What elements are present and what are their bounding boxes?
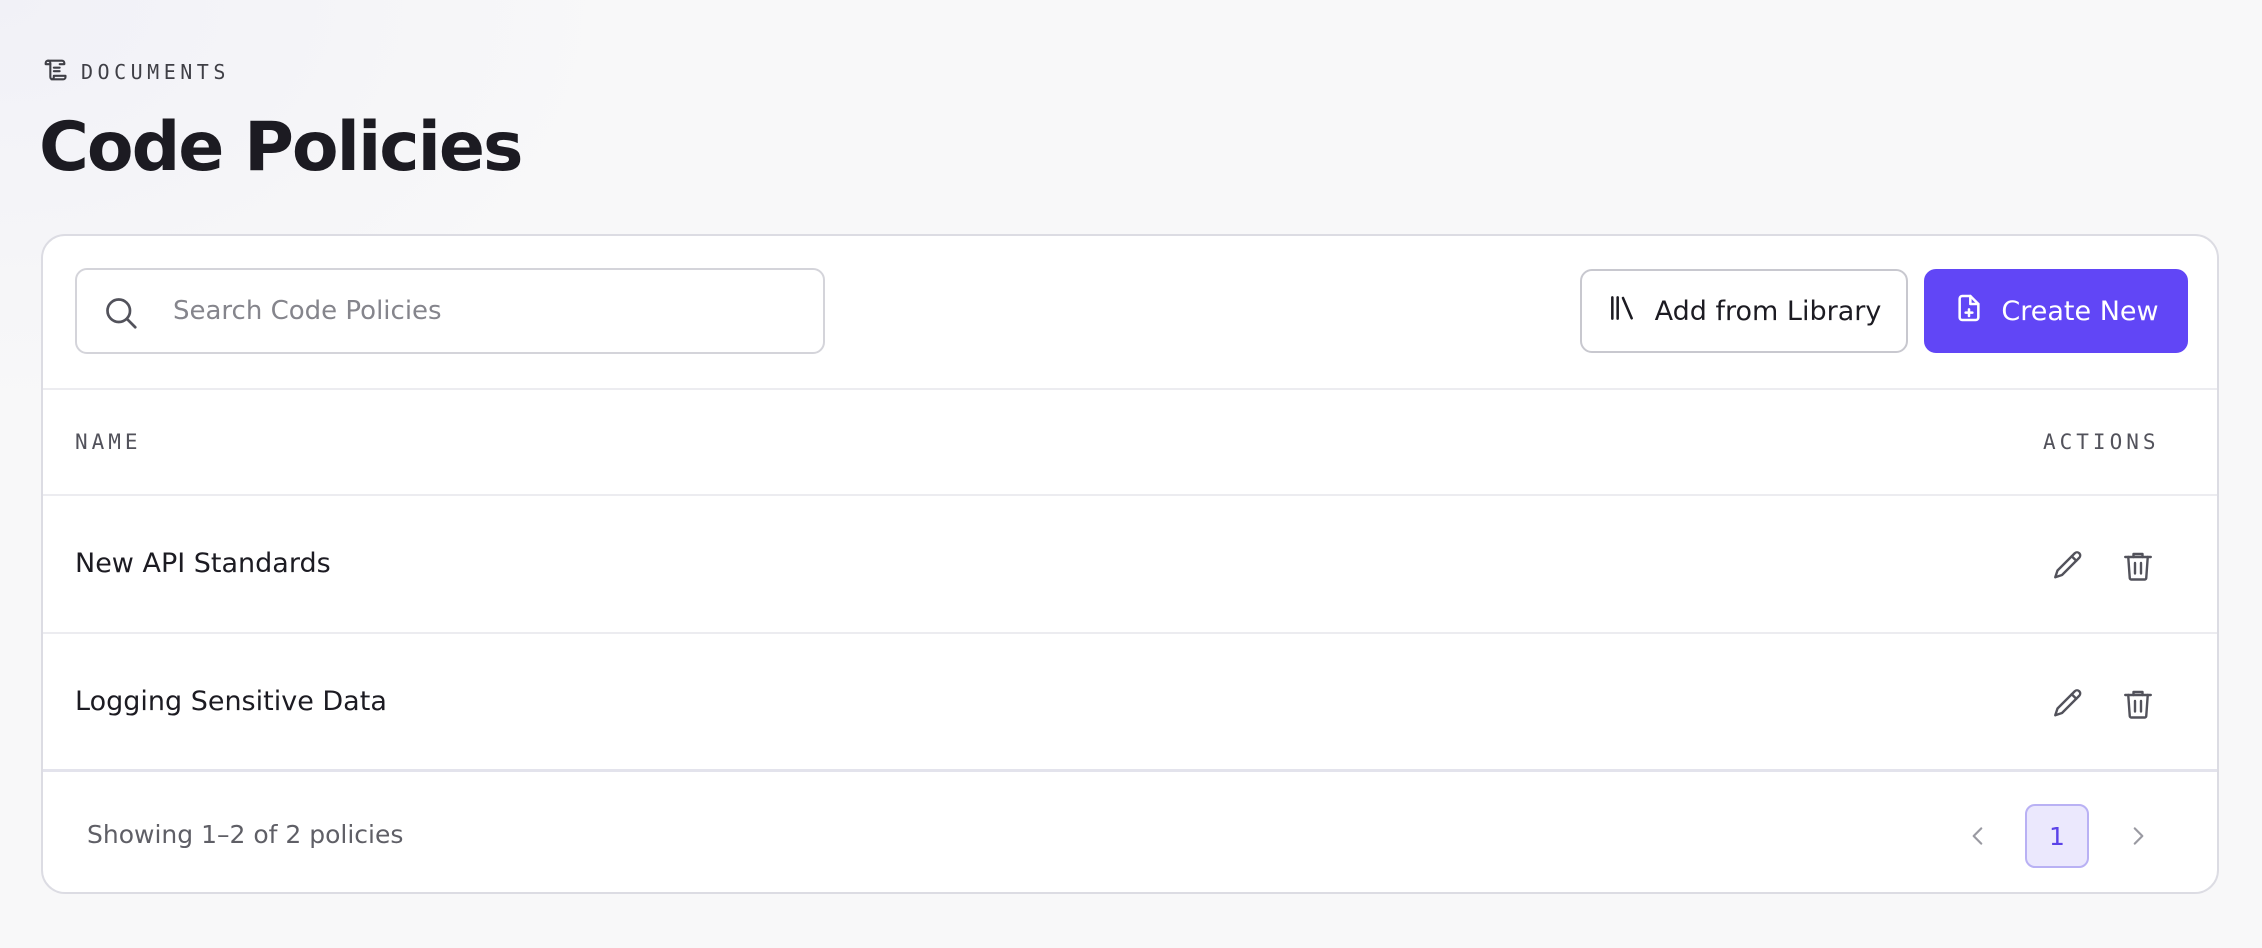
next-page-button[interactable] — [2120, 818, 2156, 854]
delete-button[interactable] — [2114, 542, 2162, 590]
policies-card: Add from Library Create New NAME ACTIONS… — [41, 234, 2219, 894]
page-title: Code Policies — [39, 108, 523, 187]
page-button-current[interactable]: 1 — [2025, 804, 2089, 868]
toolbar: Add from Library Create New — [43, 236, 2217, 390]
search-input[interactable] — [173, 288, 793, 334]
trash-icon — [2124, 552, 2152, 581]
library-icon — [1607, 292, 1639, 331]
search-box[interactable] — [75, 268, 825, 354]
file-plus-icon — [1953, 292, 1985, 331]
table-footer: Showing 1–2 of 2 policies 1 — [43, 776, 2217, 892]
policy-name[interactable]: Logging Sensitive Data — [75, 686, 387, 717]
previous-page-button[interactable] — [1960, 818, 1996, 854]
pagination-summary: Showing 1–2 of 2 policies — [87, 820, 404, 849]
column-header-actions: ACTIONS — [2043, 430, 2160, 454]
column-header-name: NAME — [75, 430, 142, 454]
table-row[interactable]: Logging Sensitive Data — [43, 636, 2217, 772]
table-row[interactable]: New API Standards — [43, 498, 2217, 634]
chevron-left-icon — [1972, 827, 1983, 845]
add-from-library-button[interactable]: Add from Library — [1580, 269, 1908, 353]
edit-button[interactable] — [2044, 680, 2092, 728]
add-from-library-label: Add from Library — [1654, 295, 1882, 327]
breadcrumb-label: DOCUMENTS — [81, 60, 230, 84]
chevron-right-icon — [2133, 827, 2144, 845]
breadcrumb: DOCUMENTS — [41, 58, 230, 86]
pencil-icon — [2054, 689, 2082, 717]
edit-button[interactable] — [2044, 542, 2092, 590]
policy-name[interactable]: New API Standards — [75, 548, 331, 579]
table-header: NAME ACTIONS — [43, 392, 2217, 496]
pencil-icon — [2054, 551, 2082, 579]
delete-button[interactable] — [2114, 680, 2162, 728]
create-new-label: Create New — [2001, 295, 2159, 327]
create-new-button[interactable]: Create New — [1924, 269, 2188, 353]
trash-icon — [2124, 690, 2152, 719]
scroll-icon — [41, 56, 69, 88]
